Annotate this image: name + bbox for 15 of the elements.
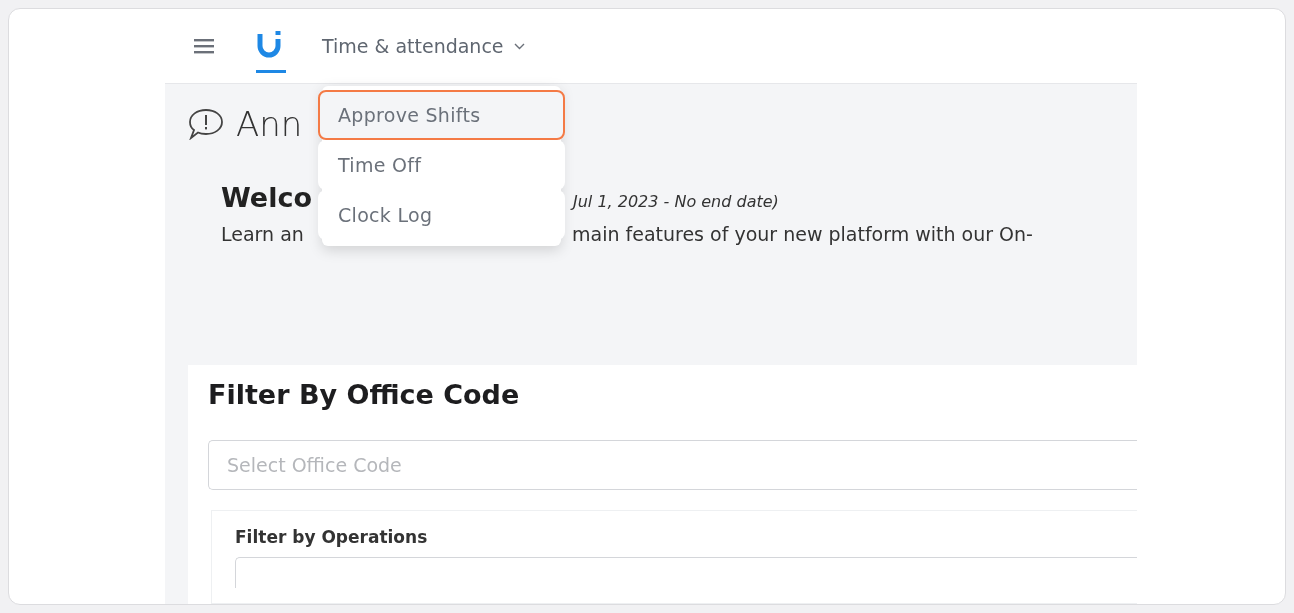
announcement-text: main features of your new platform with our On- xyxy=(572,223,1033,245)
menu-item[interactable]: Approve Shifts xyxy=(318,90,565,140)
announcement-text: Learn an xyxy=(221,223,304,245)
operations-label: Filter by Operations xyxy=(235,527,429,547)
filter-title: Filter By Office Code xyxy=(208,379,521,410)
chevron-icon xyxy=(513,42,525,50)
menu-icon[interactable] xyxy=(194,37,216,55)
welcome-title: Welco xyxy=(221,182,313,213)
logo-icon[interactable] xyxy=(256,30,286,74)
speech-bubble-icon xyxy=(188,108,224,140)
module-dropdown[interactable]: Time & attendance xyxy=(322,35,525,57)
office-code-select[interactable]: Select Office Code xyxy=(208,440,1137,490)
announcements-title: Ann xyxy=(236,104,303,144)
menu-item[interactable]: Clock Log xyxy=(318,190,565,240)
menu-item[interactable]: Time Off xyxy=(318,140,565,190)
